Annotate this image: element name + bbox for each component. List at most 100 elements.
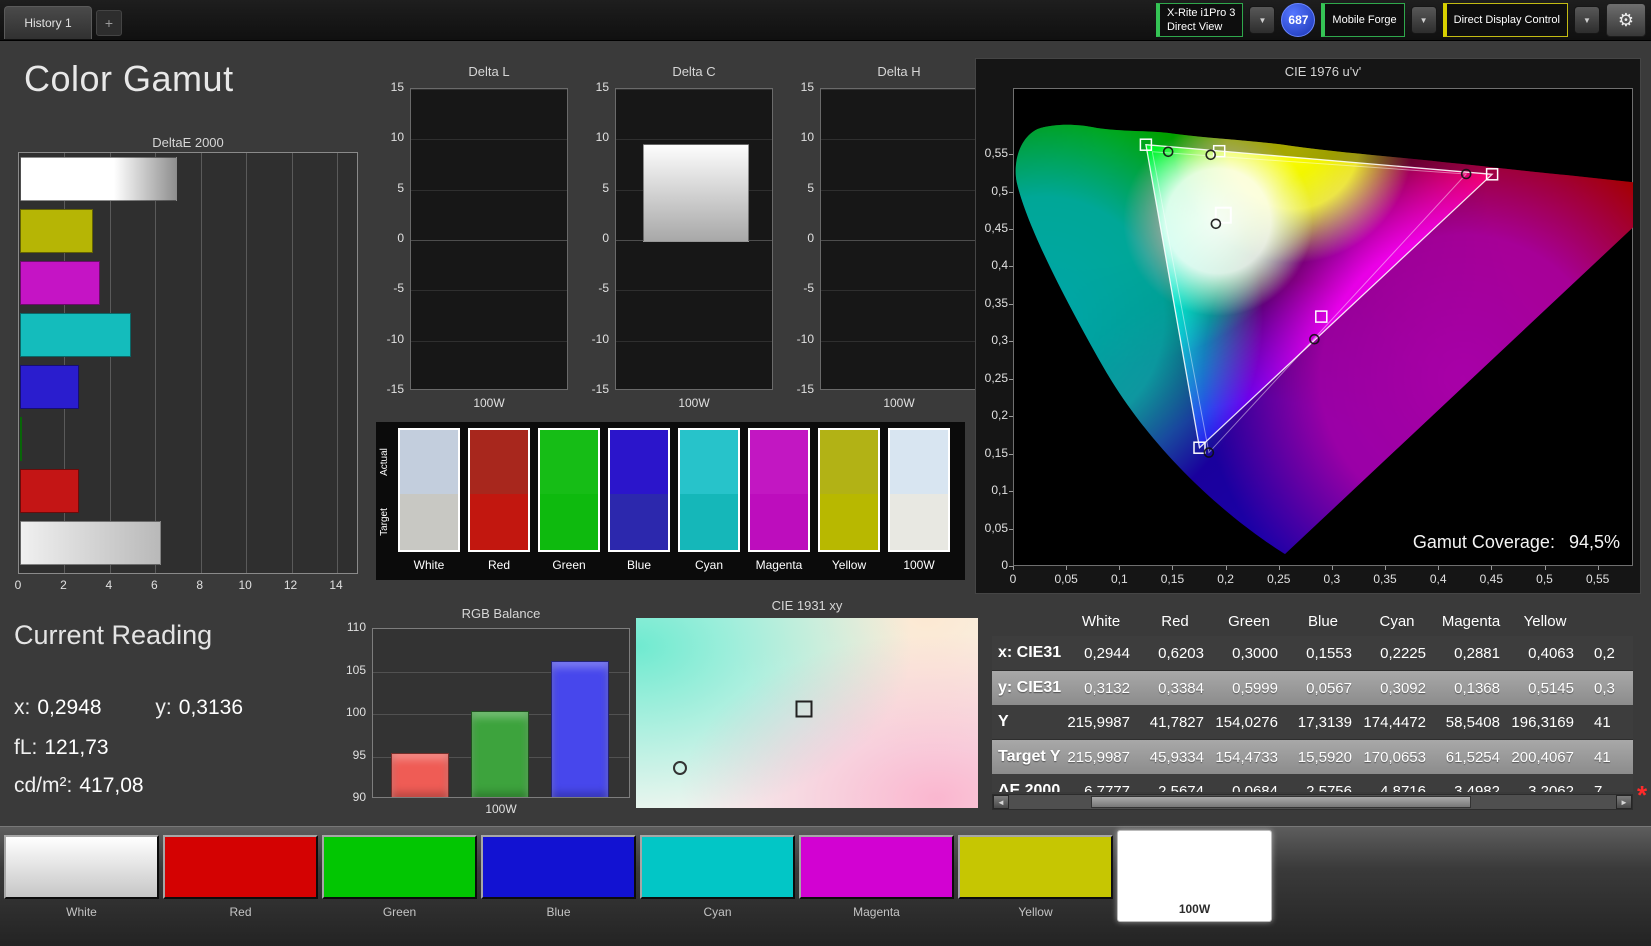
axis-tick-label: 0,45 [1479, 572, 1504, 586]
axis-tick-label: 10 [390, 130, 404, 145]
gridline [821, 240, 977, 241]
patch-button-red[interactable] [163, 835, 318, 899]
swatch-label: White [413, 558, 445, 572]
gridline [411, 89, 567, 90]
axis-tick-label: -15 [386, 382, 404, 396]
swatch-column-white [398, 428, 460, 552]
table-row-x-cie31: x: CIE31 0,2944 0,6203 0,3000 0,1553 0,2225 0,… [992, 636, 1633, 671]
patch-label: Yellow [1018, 905, 1053, 919]
device-toolbar: X-Rite i1Pro 3 Direct View ▼ 687 Mobile … [1155, 3, 1646, 37]
axis-tick-label: 0,25 [1267, 572, 1291, 586]
axis-tick-label: 10 [595, 130, 609, 145]
scroll-left-button[interactable]: ◄ [993, 795, 1009, 809]
gridline [616, 290, 772, 292]
patch-button-white[interactable] [4, 835, 159, 899]
deltae-bar-green [20, 417, 23, 461]
row-label: ΔE 2000 [998, 782, 1061, 792]
meter-dropdown-button[interactable]: ▼ [1249, 6, 1276, 34]
swatch-label: Red [487, 558, 510, 572]
patch-label: Cyan [703, 905, 732, 919]
axis-tick-label: 0 [14, 578, 22, 592]
delta-c-bar [643, 144, 749, 242]
add-tab-button[interactable]: + [96, 10, 122, 36]
patch-button-100w[interactable]: 100W [1117, 830, 1272, 922]
chevron-down-icon: ▼ [1258, 15, 1267, 25]
rgb-balance-x-label: 100W [485, 802, 517, 816]
column-header-red: Red [1161, 612, 1189, 630]
gridline [411, 340, 567, 342]
patch-button-magenta[interactable] [799, 835, 954, 899]
display-control-name: Direct Display Control [1453, 13, 1560, 26]
table-cell: 0,4063 [1528, 644, 1574, 662]
scrollbar-thumb[interactable] [1091, 796, 1471, 808]
swatch-label: 100W [903, 558, 935, 572]
axis-tick-label: 0,05 [984, 520, 1008, 535]
actual-swatch-blue [610, 430, 668, 494]
display-control-selector[interactable]: Direct Display Control [1442, 3, 1568, 37]
tab-history-1[interactable]: History 1 [4, 6, 92, 39]
source-selector[interactable]: Mobile Forge [1321, 3, 1405, 37]
tick-mark [1009, 303, 1013, 305]
deltae-bar-white [20, 157, 177, 201]
reading-fl-value: 121,73 [44, 736, 109, 759]
axis-tick-label: 15 [595, 80, 609, 94]
gridline [291, 153, 293, 573]
reading-cd-label: cd/m²: [14, 774, 73, 797]
table-cell: 196,3169 [1511, 713, 1574, 731]
table-cell: 0,2881 [1454, 644, 1500, 662]
source-name: Mobile Forge [1332, 13, 1397, 26]
axis-tick-label: -15 [796, 382, 814, 396]
calman-window: History 1 + X-Rite i1Pro 3 Direct View ▼… [0, 0, 1651, 946]
axis-tick-label: -10 [796, 331, 814, 346]
meter-device-selector[interactable]: X-Rite i1Pro 3 Direct View [1155, 3, 1244, 37]
rgb-bar-green [471, 711, 529, 797]
gridline [246, 153, 248, 573]
tick-mark [1009, 341, 1013, 343]
patch-button-cyan[interactable] [640, 835, 795, 899]
gridline [200, 153, 202, 573]
table-cell: 2,5674 [1158, 782, 1204, 793]
cie1931-title: CIE 1931 xy [771, 598, 843, 613]
axis-tick-label: 10 [800, 130, 814, 145]
table-cell-partial: 0,3 [1594, 679, 1615, 697]
tick-mark [1066, 566, 1068, 570]
reading-fl-line: fL: 121,73 [14, 736, 109, 760]
table-cell: 0,0684 [1232, 782, 1278, 793]
tick-mark [1009, 154, 1013, 156]
scroll-right-button[interactable]: ► [1616, 795, 1632, 809]
patch-button-yellow[interactable] [958, 835, 1113, 899]
chart-title-delta-c: Delta C [672, 64, 716, 79]
table-cell-partial: 0,2 [1594, 644, 1615, 662]
table-cell: 17,3139 [1297, 713, 1352, 731]
table-cell: 3,4982 [1454, 782, 1500, 793]
display-control-dropdown-button[interactable]: ▼ [1574, 6, 1600, 34]
gridline [411, 189, 567, 191]
table-cell: 0,2944 [1084, 644, 1130, 662]
axis-tick-label: -5 [393, 281, 404, 296]
table-cell-partial: 41 [1594, 713, 1611, 731]
chevron-down-icon: ▼ [1583, 15, 1591, 25]
table-cell: 200,4067 [1511, 748, 1574, 766]
deltae-chart-title: DeltaE 2000 [152, 135, 224, 150]
axis-tick-label: 0,4 [1429, 572, 1447, 586]
axis-tick-label: 95 [352, 747, 366, 762]
axis-tick-label: 4 [105, 578, 113, 592]
patch-button-blue[interactable] [481, 835, 636, 899]
source-dropdown-button[interactable]: ▼ [1410, 6, 1437, 34]
patch-label: Red [229, 905, 252, 919]
table-cell: 2,5756 [1306, 782, 1352, 793]
patch-button-green[interactable] [322, 835, 477, 899]
gridline [411, 290, 567, 292]
swatch-column-yellow [818, 428, 880, 552]
target-swatch-green [540, 494, 598, 550]
tick-mark [1172, 566, 1174, 570]
reading-x-label: x: [14, 696, 31, 719]
gridline [616, 340, 772, 342]
axis-tick-label: 8 [196, 578, 204, 592]
settings-button[interactable]: ⚙ [1606, 3, 1646, 37]
table-horizontal-scrollbar[interactable]: ◄ ► [992, 794, 1633, 810]
axis-tick-label: 0,4 [991, 258, 1008, 273]
measured-marker [673, 761, 688, 776]
arrow-left-icon: ◄ [997, 797, 1005, 807]
actual-swatch-100w [890, 430, 948, 494]
